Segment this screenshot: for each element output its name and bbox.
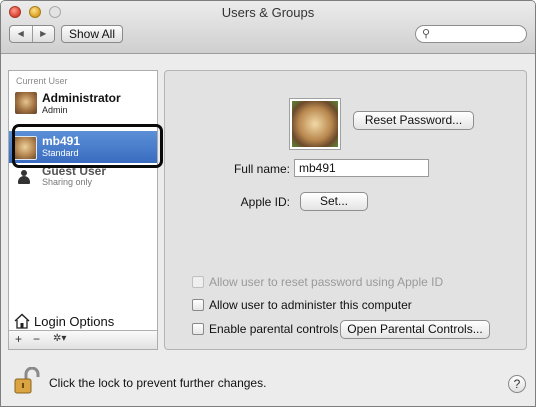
selection-highlight-annotation — [12, 124, 163, 168]
current-user-heading: Current User — [16, 76, 68, 86]
search-icon: ⚲ — [422, 28, 431, 40]
back-button[interactable]: ◀ — [10, 26, 33, 42]
user-picture[interactable] — [290, 99, 340, 149]
search-input[interactable]: ⚲ — [415, 25, 527, 43]
login-options-label: Login Options — [34, 314, 115, 329]
guest-user-icon — [17, 170, 31, 184]
list-toolbar: + − ✲▾ — [9, 330, 157, 349]
parental-controls-label: Enable parental controls — [209, 322, 339, 336]
show-all-button[interactable]: Show All — [61, 25, 123, 43]
user-row-guest[interactable]: Guest User Sharing only — [9, 164, 157, 188]
full-name-label: Full name: — [233, 162, 290, 176]
users-groups-window: Users & Groups ◀ ▶ Show All ⚲ Current Us… — [0, 0, 536, 407]
back-forward-control: ◀ ▶ — [9, 25, 55, 43]
user-detail-panel: Reset Password... Full name: mb491 Apple… — [164, 70, 527, 350]
apple-id-label: Apple ID: — [240, 195, 290, 209]
users-list: Current User Administrator Admin mb491 S… — [8, 70, 158, 350]
avatar — [15, 92, 37, 114]
window-title: Users & Groups — [221, 5, 315, 20]
user-role: Admin — [42, 105, 68, 115]
forward-button[interactable]: ▶ — [33, 26, 55, 42]
allow-admin-label: Allow user to administer this computer — [209, 298, 412, 312]
user-role: Sharing only — [42, 177, 93, 187]
full-name-field[interactable]: mb491 — [294, 159, 429, 177]
help-button[interactable]: ? — [508, 375, 526, 393]
login-options-item[interactable]: Login Options — [14, 313, 154, 331]
lock-status-text: Click the lock to prevent further change… — [49, 376, 267, 390]
remove-user-button[interactable]: − — [33, 332, 40, 346]
title-bar: Users & Groups ◀ ▶ Show All ⚲ — [1, 1, 535, 54]
open-parental-controls-button[interactable]: Open Parental Controls... — [340, 320, 490, 339]
action-menu-button[interactable]: ✲▾ — [53, 333, 66, 344]
reset-password-button[interactable]: Reset Password... — [353, 111, 474, 130]
add-user-button[interactable]: + — [15, 332, 22, 346]
allow-reset-label: Allow user to reset password using Apple… — [209, 275, 444, 289]
lock-icon[interactable] — [14, 367, 40, 395]
user-row-administrator[interactable]: Administrator Admin — [9, 88, 157, 120]
user-name: Administrator — [42, 91, 121, 105]
house-icon — [14, 313, 30, 329]
allow-admin-checkbox[interactable] — [192, 299, 204, 311]
allow-reset-checkbox[interactable] — [192, 276, 204, 288]
set-apple-id-button[interactable]: Set... — [300, 192, 368, 211]
parental-controls-checkbox[interactable] — [192, 323, 204, 335]
